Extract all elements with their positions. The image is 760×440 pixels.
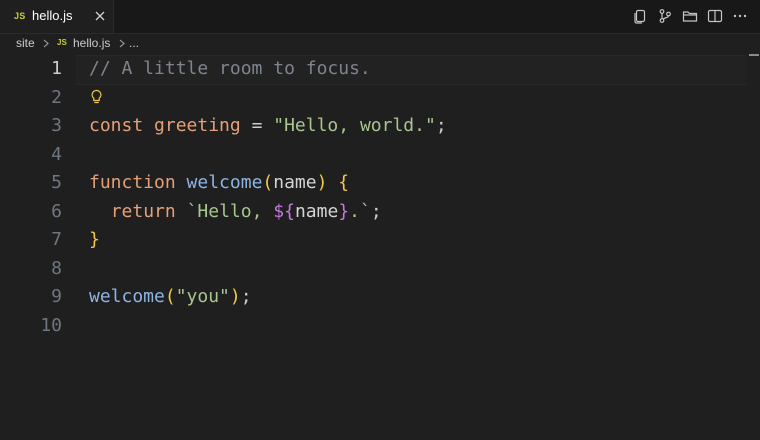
- folder-icon[interactable]: [682, 8, 698, 24]
- code-line: 7}: [0, 226, 760, 254]
- code-token-brace: (: [262, 172, 274, 193]
- line-number: 6: [51, 200, 62, 222]
- code-line: 8: [0, 255, 760, 283]
- chevron-right-icon: [43, 39, 49, 48]
- code-text: // A little room to focus.: [89, 55, 371, 83]
- code-token-brace: (: [164, 286, 176, 307]
- tab-label: hello.js: [32, 8, 73, 23]
- code-token-op: [176, 172, 187, 193]
- code-token-brace: ): [316, 172, 328, 193]
- code-token-string: "you": [175, 286, 230, 307]
- code-token-string: .`: [349, 200, 371, 222]
- code-token-op: [143, 115, 154, 136]
- code-token-func: welcome: [186, 172, 263, 193]
- code-token-op: =: [240, 115, 274, 136]
- code-token-func: welcome: [89, 286, 165, 307]
- chevron-right-icon: [119, 39, 125, 48]
- code-line: 9 welcome("you");: [0, 283, 760, 311]
- js-file-icon: JS: [14, 11, 26, 21]
- line-number: 5: [51, 172, 62, 193]
- code-line: 3 const greeting = "Hello, world.";: [0, 112, 760, 140]
- code-token-interp: ${: [273, 200, 295, 222]
- line-number: 8: [51, 257, 62, 279]
- code-line: 4: [0, 141, 760, 169]
- code-editor[interactable]: 1 // A little room to focus. 2 3 const greet…: [0, 54, 760, 440]
- code-token-string: "Hello, world.": [273, 115, 436, 136]
- line-number: 10: [40, 314, 62, 336]
- breadcrumb-more[interactable]: ...: [129, 36, 139, 50]
- split-editor-icon[interactable]: [707, 8, 723, 24]
- code-text: welcome("you");: [89, 283, 252, 311]
- close-icon[interactable]: [93, 9, 107, 23]
- code-token-brace: }: [89, 229, 100, 250]
- code-token-brace: {: [338, 172, 350, 193]
- code-token-keyword: function: [89, 172, 176, 193]
- code-token-keyword: const: [89, 115, 144, 136]
- tab-bar: JS hello.js: [0, 0, 760, 34]
- editor-actions: [632, 8, 748, 26]
- code-token-string: `Hello,: [186, 200, 274, 222]
- code-line: 1 // A little room to focus.: [0, 55, 760, 83]
- line-number: 1: [51, 58, 62, 79]
- code-token-brace: ): [229, 286, 241, 307]
- line-number: 2: [51, 86, 62, 108]
- code-text: function welcome(name) {: [89, 169, 349, 197]
- code-token-keyword: return: [110, 200, 176, 222]
- line-number: 3: [51, 115, 62, 136]
- code-text: }: [89, 226, 100, 254]
- breadcrumb-folder[interactable]: site: [16, 36, 35, 50]
- code-token-punct: ;: [370, 200, 382, 222]
- copy-icon[interactable]: [632, 8, 648, 24]
- code-line: 10: [0, 312, 760, 340]
- code-text: return `Hello, ${name}.`;: [89, 198, 382, 226]
- code-token-op: [176, 201, 187, 222]
- line-number: 7: [51, 229, 62, 250]
- line-number: 9: [51, 286, 62, 307]
- code-token-op: [89, 201, 111, 222]
- breadcrumb-file[interactable]: hello.js: [73, 36, 110, 50]
- line-number: 4: [51, 143, 62, 165]
- code-token-param: name: [294, 200, 339, 222]
- code-line: 6 return `Hello, ${name}.`;: [0, 198, 760, 226]
- code-token-punct: ;: [435, 115, 447, 136]
- code-line: 2: [0, 84, 760, 112]
- code-token-interp: }: [338, 200, 350, 222]
- code-text: const greeting = "Hello, world.";: [89, 112, 447, 140]
- source-control-icon[interactable]: [657, 8, 673, 24]
- code-token-comment: // A little room to focus.: [89, 58, 371, 79]
- more-icon[interactable]: [732, 8, 748, 24]
- code-token-param: name: [273, 172, 317, 193]
- editor-window: JS hello.js site JS hello.js ... 1 // A …: [0, 0, 760, 440]
- js-file-icon: JS: [57, 38, 67, 47]
- code-line: 5 function welcome(name) {: [0, 169, 760, 197]
- code-token-var: greeting: [154, 115, 241, 136]
- breadcrumb: site JS hello.js ...: [0, 34, 760, 54]
- code-token-op: [327, 172, 338, 193]
- code-token-punct: ;: [240, 286, 252, 307]
- tab-hello-js[interactable]: JS hello.js: [0, 0, 114, 33]
